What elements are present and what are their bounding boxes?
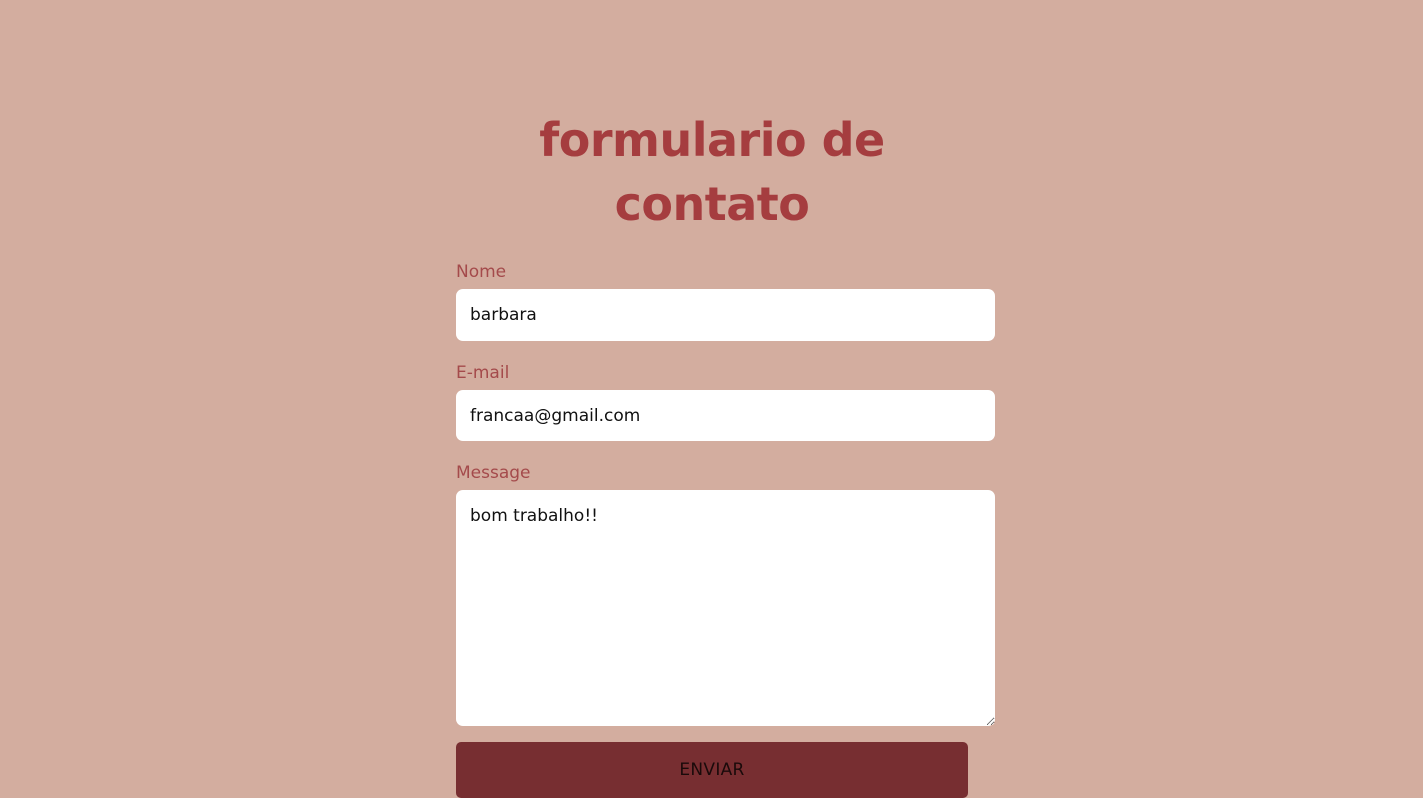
message-textarea[interactable]: bom trabalho!!	[456, 490, 995, 726]
contact-form: formulario de contato Nome E-mail Messag…	[456, 108, 995, 798]
email-input[interactable]	[456, 390, 995, 441]
name-label: Nome	[456, 262, 507, 282]
message-label: Message	[456, 463, 531, 483]
page-title: formulario de contato	[539, 113, 885, 231]
name-input[interactable]	[456, 289, 995, 341]
email-label: E-mail	[456, 363, 510, 383]
submit-button[interactable]: ENVIAR	[456, 742, 968, 798]
